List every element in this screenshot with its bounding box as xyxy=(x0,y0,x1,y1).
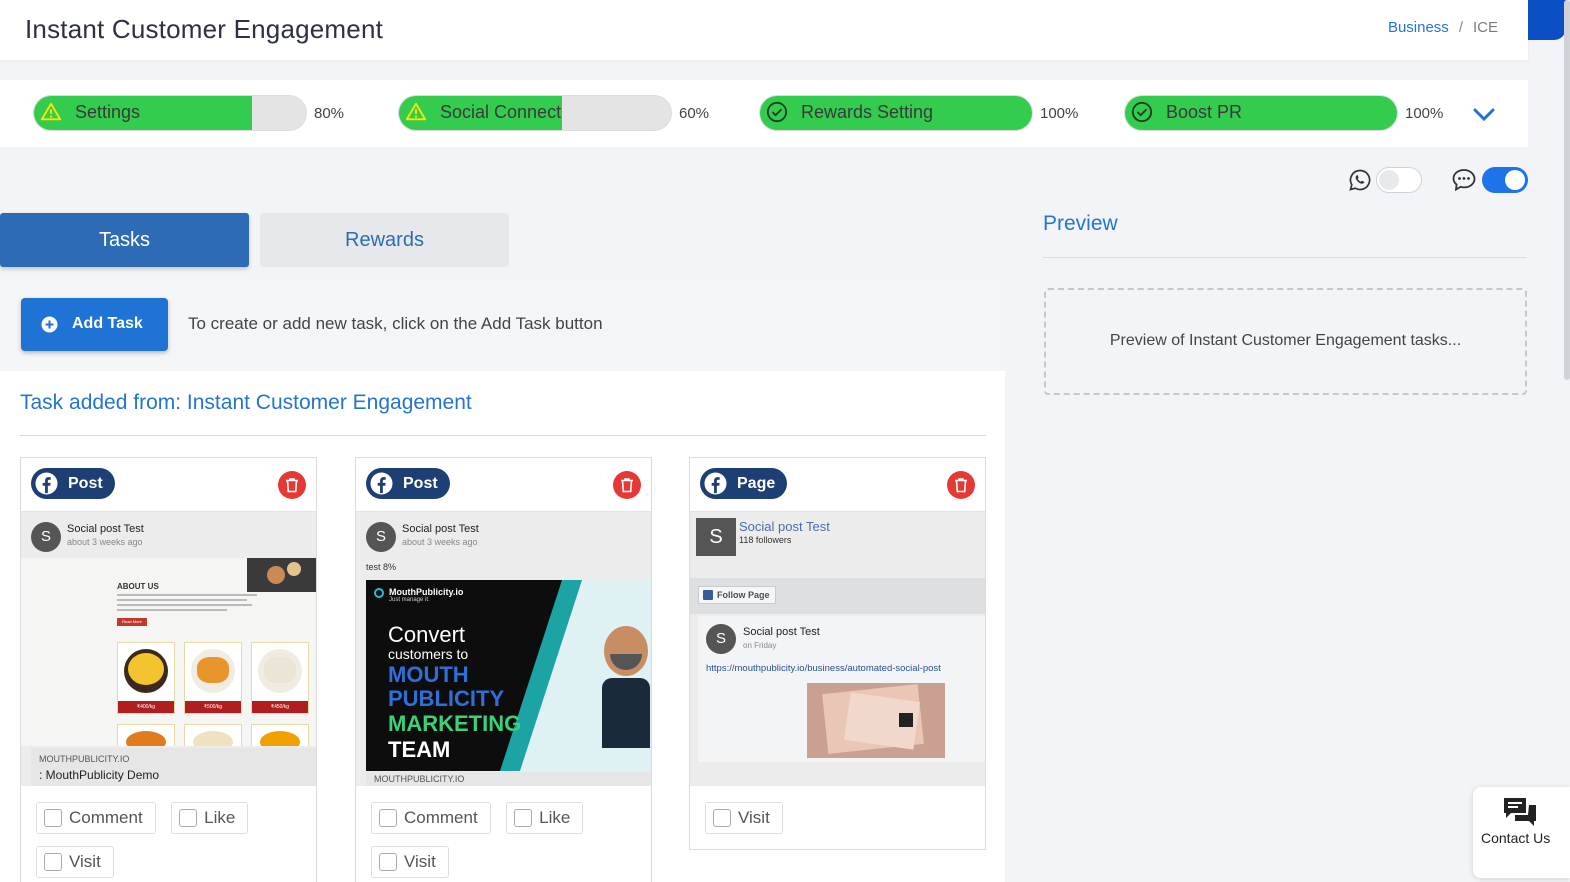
task-type-badge: Post xyxy=(366,468,450,499)
progress-label: Settings xyxy=(75,102,141,122)
chevron-down-icon[interactable] xyxy=(1470,100,1498,128)
section-title: Task added from: Instant Customer Engage… xyxy=(20,391,472,414)
corner-tab[interactable] xyxy=(1528,0,1566,40)
task-card: Post S Social post Test about 3 weeks ag… xyxy=(20,457,317,882)
contact-us-label: Contact Us xyxy=(1481,830,1551,846)
task-actions: Comment Like Visit xyxy=(356,786,651,882)
link-domain: MOUTHPUBLICITY.IO xyxy=(39,754,130,764)
post-preview[interactable]: S Social post Test about 3 weeks ago ABO… xyxy=(21,512,316,786)
breadcrumb-business-link[interactable]: Business xyxy=(1388,19,1449,36)
read-more-label: Read More xyxy=(117,618,147,626)
breadcrumb-current: ICE xyxy=(1472,19,1498,36)
delete-task-button[interactable] xyxy=(278,471,306,499)
like-checkbox[interactable]: Like xyxy=(506,802,584,834)
warning-icon xyxy=(40,102,62,121)
avatar: S xyxy=(31,522,61,552)
page-name: Social post Test xyxy=(739,519,830,534)
post-author: Social post Test xyxy=(402,523,479,535)
facebook-small-icon xyxy=(703,590,713,600)
post-preview[interactable]: S Social post Test about 3 weeks ago tes… xyxy=(356,512,651,786)
delete-task-button[interactable] xyxy=(947,471,975,499)
progress-label: Rewards Setting xyxy=(801,102,934,122)
facebook-icon xyxy=(35,472,58,495)
task-actions: Visit xyxy=(690,786,985,846)
brand-logo-icon xyxy=(374,588,384,598)
breadcrumb: Business / ICE xyxy=(1387,19,1498,36)
preview-placeholder-text: Preview of Instant Customer Engagement t… xyxy=(1109,332,1462,349)
visit-checkbox[interactable]: Visit xyxy=(36,846,114,878)
plus-circle-icon xyxy=(41,316,58,333)
progress-percent: 80% xyxy=(314,105,345,122)
tab-tasks[interactable]: Tasks xyxy=(0,213,249,267)
chat-bubbles-icon xyxy=(1504,798,1536,826)
about-heading: ABOUT US xyxy=(117,582,159,591)
preview-title: Preview xyxy=(1043,212,1118,235)
avatar: S xyxy=(366,522,396,552)
visit-checkbox[interactable]: Visit xyxy=(371,846,449,878)
like-checkbox[interactable]: Like xyxy=(171,802,249,834)
link-domain: MOUTHPUBLICITY.IO xyxy=(374,774,465,784)
page-header: Instant Customer Engagement Business / ICE xyxy=(0,0,1528,60)
trash-icon xyxy=(621,478,633,493)
preview-placeholder: Preview of Instant Customer Engagement t… xyxy=(1044,288,1527,395)
add-task-label: Add Task xyxy=(72,315,143,332)
post-caption: test 8% xyxy=(366,562,397,572)
post-link[interactable]: https://mouthpublicity.io/business/autom… xyxy=(706,663,941,674)
page-avatar: S xyxy=(696,518,736,556)
promo-image: MouthPublicity.io Just manage it. Conver… xyxy=(366,580,651,771)
brochure-image xyxy=(807,683,945,758)
task-card: Post S Social post Test about 3 weeks ag… xyxy=(355,457,652,882)
check-circle-icon xyxy=(1131,101,1153,123)
sms-toggle[interactable] xyxy=(1482,167,1528,193)
divider xyxy=(1043,257,1527,258)
visit-checkbox[interactable]: Visit xyxy=(705,802,783,834)
divider xyxy=(20,435,986,436)
warning-icon xyxy=(405,102,427,121)
progress-percent: 60% xyxy=(679,105,710,122)
task-actions: Comment Like Visit xyxy=(21,786,316,882)
comment-checkbox[interactable]: Comment xyxy=(36,802,156,834)
post-author: Social post Test xyxy=(67,523,144,535)
food-photo xyxy=(247,558,316,592)
scrollbar[interactable] xyxy=(1564,0,1570,380)
page-followers: 118 followers xyxy=(739,535,792,545)
tab-rewards[interactable]: Rewards xyxy=(260,213,509,267)
progress-label: Social Connect xyxy=(440,102,562,122)
task-card: Page S Social post Test 118 followers Fo… xyxy=(689,457,986,850)
progress-percent: 100% xyxy=(1405,105,1444,122)
add-task-button[interactable]: Add Task xyxy=(21,298,168,351)
contact-us-button[interactable]: Contact Us xyxy=(1473,787,1570,878)
add-task-hint: To create or add new task, click on the … xyxy=(188,314,603,333)
post-time: about 3 weeks ago xyxy=(402,537,478,547)
link-title: : MouthPublicity Demo xyxy=(39,768,160,782)
task-type-badge: Page xyxy=(700,468,788,499)
follow-page-button[interactable]: Follow Page xyxy=(698,586,776,604)
sms-chat-icon xyxy=(1452,169,1476,192)
trash-icon xyxy=(955,478,967,493)
delete-task-button[interactable] xyxy=(613,471,641,499)
comment-checkbox[interactable]: Comment xyxy=(371,802,491,834)
check-circle-icon xyxy=(766,101,788,123)
whatsapp-toggle[interactable] xyxy=(1376,167,1422,193)
trash-icon xyxy=(286,478,298,493)
setup-progress-strip: Settings 80% Social Connect 60% Rewards … xyxy=(0,80,1528,147)
avatar: S xyxy=(706,624,736,654)
page-title: Instant Customer Engagement xyxy=(25,14,384,44)
whatsapp-icon xyxy=(1349,169,1371,191)
progress-percent: 100% xyxy=(1040,105,1079,122)
post-image: ABOUT US Read More ₹400/kg ₹500/kg ₹450/… xyxy=(21,558,316,746)
facebook-icon xyxy=(704,472,727,495)
facebook-icon xyxy=(370,472,393,495)
page-post: S Social post Test on Friday https://mou… xyxy=(698,616,985,762)
post-time: about 3 weeks ago xyxy=(67,537,143,547)
task-type-badge: Post xyxy=(31,468,115,499)
page-preview[interactable]: S Social post Test 118 followers Follow … xyxy=(690,512,985,786)
progress-label: Boost PR xyxy=(1166,102,1243,122)
